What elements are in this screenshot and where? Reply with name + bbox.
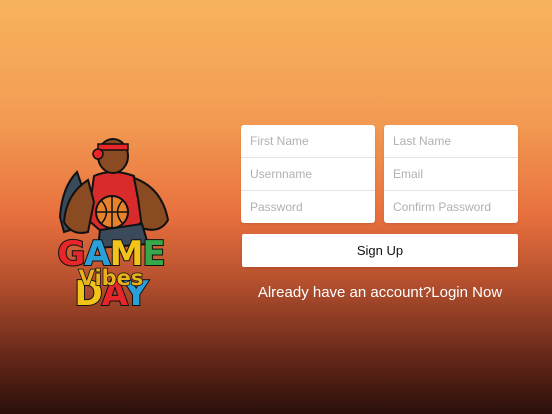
last-name-field[interactable] bbox=[384, 125, 518, 158]
email-field[interactable] bbox=[384, 158, 518, 191]
left-fields-card bbox=[241, 125, 375, 223]
confirm-password-input[interactable] bbox=[393, 200, 518, 214]
confirm-password-field[interactable] bbox=[384, 191, 518, 223]
sign-up-button[interactable]: Sign Up bbox=[242, 234, 518, 267]
login-prompt: Already have an account?Login Now bbox=[242, 284, 518, 301]
last-name-input[interactable] bbox=[393, 134, 518, 148]
first-name-input[interactable] bbox=[250, 134, 375, 148]
logo-subtitle: Vibes bbox=[78, 265, 144, 291]
username-field[interactable] bbox=[241, 158, 375, 191]
password-input[interactable] bbox=[250, 200, 375, 214]
first-name-field[interactable] bbox=[241, 125, 375, 158]
username-input[interactable] bbox=[250, 167, 375, 181]
password-field[interactable] bbox=[241, 191, 375, 223]
app-logo: GAME DAY Vibes bbox=[22, 132, 200, 315]
right-fields-card bbox=[384, 125, 518, 223]
login-now-link[interactable]: Login Now bbox=[431, 284, 502, 301]
login-prompt-text: Already have an account? bbox=[257, 284, 432, 301]
email-input[interactable] bbox=[393, 167, 518, 181]
